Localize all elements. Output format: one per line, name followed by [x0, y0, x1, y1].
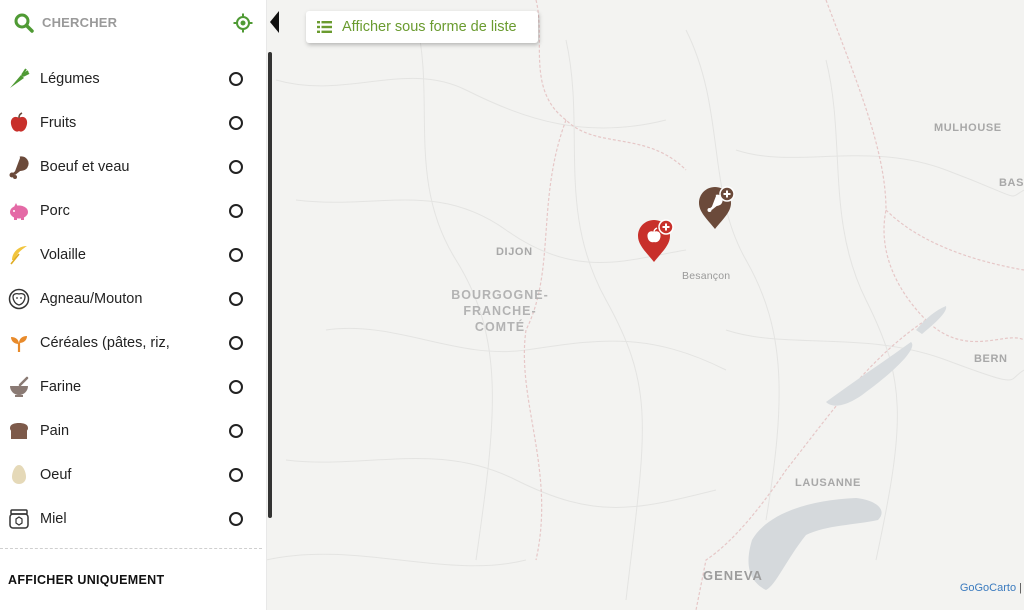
marker-pin-icon[interactable] [697, 185, 737, 231]
feather-icon [10, 246, 27, 265]
search-icon[interactable] [14, 13, 34, 33]
category-label: Volaille [40, 247, 86, 263]
map-view[interactable]: DIJON BOURGOGNE- FRANCHE- COMTÉ Besançon… [266, 0, 1024, 610]
category-label: Porc [40, 203, 70, 219]
map-label-besancon: Besançon [682, 270, 731, 282]
egg-icon [12, 465, 26, 484]
category-radio[interactable] [229, 204, 243, 218]
attribution-separator: | [1019, 582, 1022, 594]
triangle-left-icon[interactable] [267, 9, 281, 35]
category-radio[interactable] [229, 72, 243, 86]
section-divider [0, 548, 262, 549]
category-item-cereales[interactable]: Céréales (pâtes, riz, [0, 321, 262, 365]
category-item-boeuf-et-veau[interactable]: Boeuf et veau [0, 145, 262, 189]
map-label-basel: BAS [999, 177, 1024, 189]
map-label-mulhouse: MULHOUSE [934, 122, 1002, 134]
category-item-agneau-mouton[interactable]: Agneau/Mouton [0, 277, 262, 321]
search-bar[interactable]: CHERCHER [0, 0, 266, 46]
sheep-icon [8, 288, 30, 310]
marker-pin-icon[interactable] [636, 218, 676, 264]
collapse-sidebar-button[interactable] [267, 9, 281, 35]
category-radio[interactable] [229, 380, 243, 394]
category-item-miel[interactable]: Miel [0, 497, 262, 541]
map-base-layer [266, 0, 1024, 610]
meat-leg-icon [9, 156, 29, 179]
sidebar-scrollbar[interactable] [268, 52, 272, 518]
map-attribution: GoGoCarto | [960, 582, 1022, 594]
map-label-bern: BERN [974, 353, 1008, 365]
category-radio[interactable] [229, 248, 243, 262]
category-radio[interactable] [229, 512, 243, 526]
category-label: Oeuf [40, 467, 72, 483]
map-marker-boeuf-et-veau[interactable] [697, 185, 737, 236]
category-item-legumes[interactable]: Légumes [0, 57, 262, 101]
map-label-region-line3: COMTÉ [474, 320, 526, 334]
search-label[interactable]: CHERCHER [42, 15, 117, 30]
category-radio[interactable] [229, 424, 243, 438]
sprout-icon [11, 336, 27, 352]
category-label: Légumes [40, 71, 100, 87]
category-radio[interactable] [229, 336, 243, 350]
map-label-lausanne: LAUSANNE [795, 477, 861, 489]
category-item-farine[interactable]: Farine [0, 365, 262, 409]
map-label-dijon: DIJON [496, 246, 533, 258]
map-label-geneva: GENEVA [703, 568, 763, 583]
map-label-region-line1: BOURGOGNE- [451, 288, 549, 302]
category-label: Miel [40, 511, 67, 527]
category-label: Céréales (pâtes, riz, [40, 335, 170, 351]
category-item-pain[interactable]: Pain [0, 409, 262, 453]
geolocate-icon[interactable] [233, 13, 253, 33]
mortar-icon [10, 376, 29, 397]
category-item-volaille[interactable]: Volaille [0, 233, 262, 277]
map-label-region-line2: FRANCHE- [463, 304, 537, 318]
category-radio[interactable] [229, 468, 243, 482]
list-icon [317, 21, 332, 33]
show-as-list-label: Afficher sous forme de liste [342, 19, 517, 35]
category-label: Boeuf et veau [40, 159, 130, 175]
sidebar: CHERCHER Légumes Fruits Boeuf et veau Po… [0, 0, 267, 610]
category-item-oeuf[interactable]: Oeuf [0, 453, 262, 497]
category-radio[interactable] [229, 160, 243, 174]
category-label: Pain [40, 423, 70, 439]
apple-icon [10, 112, 28, 132]
show-as-list-button[interactable]: Afficher sous forme de liste [306, 11, 538, 43]
bread-icon [10, 423, 28, 439]
honey-jar-icon [9, 509, 29, 529]
piggy-icon [10, 203, 28, 220]
category-label: Fruits [40, 115, 77, 131]
map-marker-fruits[interactable] [636, 218, 676, 269]
attribution-link[interactable]: GoGoCarto [960, 582, 1016, 594]
category-filter-list: Légumes Fruits Boeuf et veau Porc Volail… [0, 57, 262, 541]
carrot-icon [10, 68, 30, 88]
category-label: Agneau/Mouton [40, 291, 143, 307]
category-item-porc[interactable]: Porc [0, 189, 262, 233]
category-radio[interactable] [229, 292, 243, 306]
only-section-title: AFFICHER UNIQUEMENT [8, 573, 165, 587]
category-radio[interactable] [229, 116, 243, 130]
category-label: Farine [40, 379, 82, 395]
category-item-fruits[interactable]: Fruits [0, 101, 262, 145]
